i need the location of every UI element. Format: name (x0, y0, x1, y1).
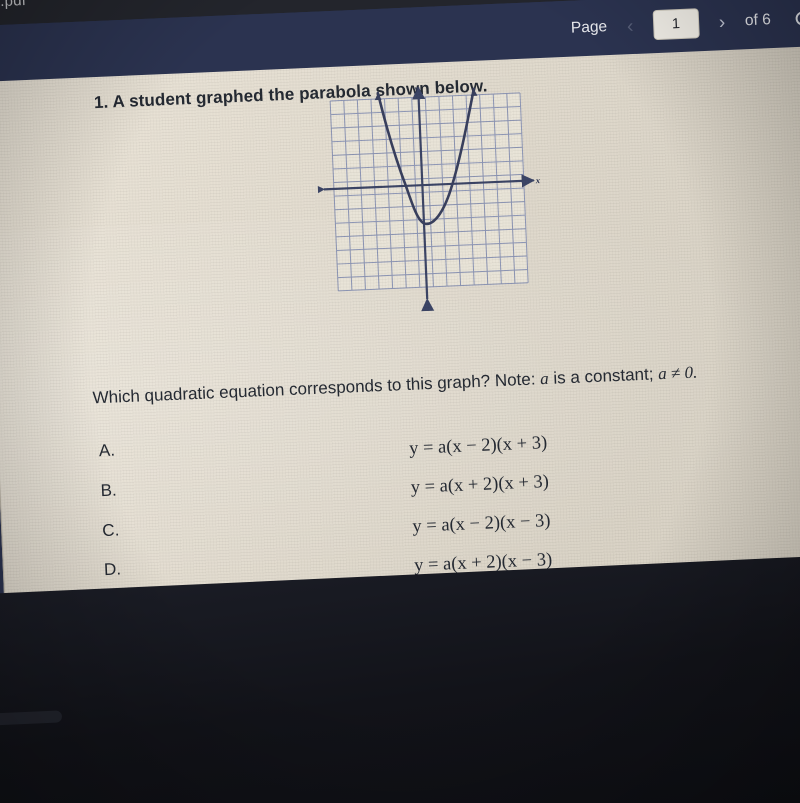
choice-equation-a[interactable]: y = a(x − 2)(x + 3) (409, 433, 548, 460)
choice-letter-d[interactable]: D. (104, 559, 122, 580)
chevron-right-icon[interactable]: › (713, 12, 732, 33)
parabola-right-arrow (470, 88, 478, 97)
rotate-clockwise-icon[interactable]: ⟳ (794, 5, 800, 32)
choice-equation-b[interactable]: y = a(x + 2)(x + 3) (410, 472, 549, 499)
choice-letter-a[interactable]: A. (99, 441, 116, 462)
parabola-graph: y x (311, 76, 553, 316)
choice-letter-b[interactable]: B. (100, 481, 117, 502)
prompt-text-part2: is a constant; (548, 364, 659, 388)
parabola-left-arrow (374, 92, 382, 101)
page-number-input[interactable]: 1 (652, 8, 700, 41)
pdf-filename-label: dge.pdf (0, 0, 27, 12)
chevron-left-icon[interactable]: ‹ (621, 15, 640, 36)
laptop-photo-frame: dge.pdf Page ‹ 1 › of 6 ⟳ 1. A student g… (0, 0, 800, 803)
pdf-page: 1. A student graphed the parabola shown … (0, 45, 800, 618)
y-axis-label: y (413, 83, 418, 93)
laptop-bezel (0, 552, 800, 803)
question-prompt: Which quadratic equation corresponds to … (92, 358, 743, 412)
prompt-text-part3: ≠ 0. (666, 362, 698, 383)
choice-equation-c[interactable]: y = a(x − 2)(x − 3) (412, 511, 551, 538)
page-label: Page (570, 18, 608, 37)
x-axis-label: x (535, 175, 541, 185)
total-pages-label: of 6 (744, 11, 772, 30)
choice-letter-c[interactable]: C. (102, 520, 120, 541)
prompt-text-part1: Which quadratic equation corresponds to … (92, 369, 541, 408)
parabola-graph-svg: y x (311, 83, 541, 312)
